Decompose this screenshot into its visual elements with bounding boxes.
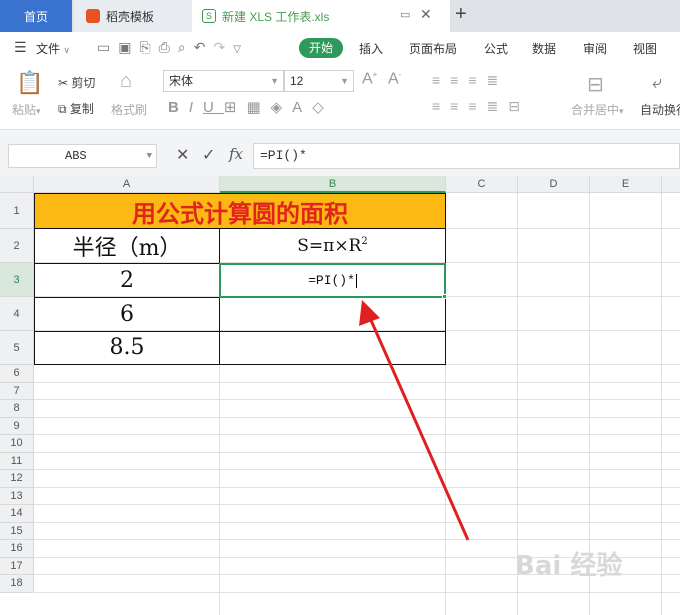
arrow-head: [359, 300, 380, 326]
arrow-shaft: [368, 317, 470, 541]
watermark-logo: Bai 经验: [515, 551, 623, 581]
annotation-arrow: [359, 300, 470, 541]
